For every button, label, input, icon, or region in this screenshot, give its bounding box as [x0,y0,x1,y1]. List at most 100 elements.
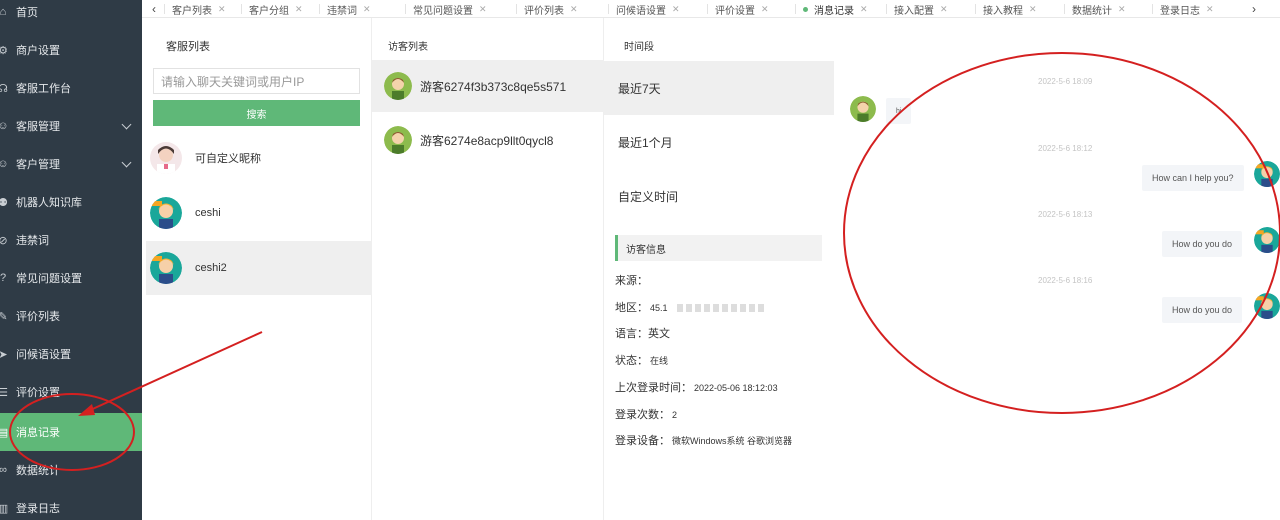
tab-customer-groups[interactable]: 客户分组 ✕ [241,0,303,18]
user-icon: ☺ [0,120,9,132]
close-icon[interactable]: ✕ [295,4,303,15]
tab-divider [241,4,242,14]
question-icon: ? [0,272,7,284]
tab-label: 评价设置 [715,5,755,17]
close-icon[interactable]: ✕ [672,4,680,15]
cs-name: 可自定义昵称 [195,153,261,165]
tab-customer-list[interactable]: 客户列表 ✕ [164,0,226,18]
tab-statistics[interactable]: 数据统计 ✕ [1064,0,1126,18]
sidebar: ⌂ 首页 ⚙ 商户设置 ☊ 客服工作台 ☺ 客服管理 ☺ 客户管理 ⚉ 机器人知… [0,0,142,520]
sidebar-item-home[interactable]: ⌂ 首页 [0,0,142,31]
sidebar-item-robot-kb[interactable]: ⚉ 机器人知识库 [0,183,142,221]
user-icon: ☺ [0,158,9,170]
cs-list-item[interactable]: ceshi [146,186,372,240]
info-value: 在线 [650,356,669,366]
sidebar-item-workbench[interactable]: ☊ 客服工作台 [0,69,142,107]
cs-name: ceshi2 [195,262,227,274]
avatar [1254,293,1280,319]
search-placeholder: 请输入聊天关键词或用户IP [161,74,305,89]
sidebar-item-rating-settings[interactable]: ☰ 评价设置 [0,373,142,411]
period-item-last-month[interactable]: 最近1个月 [604,115,834,169]
close-icon[interactable]: ✕ [570,4,578,15]
tab-greeting-settings[interactable]: 问候语设置 ✕ [608,0,680,18]
app-root: ⌂ 首页 ⚙ 商户设置 ☊ 客服工作台 ☺ 客服管理 ☺ 客户管理 ⚉ 机器人知… [0,0,1280,520]
avatar [1254,227,1280,253]
sidebar-item-merchant-settings[interactable]: ⚙ 商户设置 [0,31,142,69]
avatar [150,142,182,174]
info-label: 语言： [615,328,648,340]
edit-icon: ✎ [0,310,8,323]
tab-banned-words[interactable]: 违禁词 ✕ [319,0,371,18]
sidebar-item-faq-settings[interactable]: ? 常见问题设置 [0,259,142,297]
tab-label: 客户列表 [172,5,212,17]
visitor-list-panel: 访客列表 游客6274f3b373c8qe5s571 游客6274e8acp9l… [372,18,604,520]
info-label: 来源： [615,275,648,287]
tab-label: 客户分组 [249,5,289,17]
tab-login-log[interactable]: 登录日志 ✕ [1152,0,1214,18]
avatar [150,252,182,284]
sidebar-item-statistics[interactable]: ∞ 数据统计 [0,451,142,489]
gear-icon: ⚙ [0,44,8,57]
sidebar-item-label: 数据统计 [16,465,60,477]
tab-divider [405,4,406,14]
sidebar-item-cs-management[interactable]: ☺ 客服管理 [0,107,142,145]
info-label: 上次登录时间： [615,382,692,394]
close-icon[interactable]: ✕ [1029,4,1037,15]
cs-list-item[interactable]: 可自定义昵称 [146,131,372,185]
info-label: 登录设备： [615,435,670,447]
period-item-custom[interactable]: 自定义时间 [604,169,834,223]
cs-list-panel: 客服列表 请输入聊天关键词或用户IP 搜索 可自定义昵称 ceshi ceshi… [142,18,372,520]
visitor-list-item[interactable]: 游客6274e8acp9llt0qycl8 [372,114,604,166]
tab-label: 常见问题设置 [413,5,473,17]
info-row-last-login: 上次登录时间： 2022-05-06 18:12:03 [615,379,778,395]
tab-access-config[interactable]: 接入配置 ✕ [886,0,948,18]
tab-access-tutorial[interactable]: 接入教程 ✕ [975,0,1037,18]
sidebar-item-message-records[interactable]: ▤ 消息记录 [0,413,142,451]
tab-message-records[interactable]: 消息记录 ✕ [795,0,868,18]
chat-panel: 2022-5-6 18:09 hi 2022-5-6 18:12 How can… [834,18,1280,520]
period-item-last-7-days[interactable]: 最近7天 [604,61,834,115]
info-row-language: 语言：英文 [615,325,670,341]
tab-scroll-right-button[interactable]: › [1242,0,1266,18]
tab-divider [164,4,165,14]
tab-faq-settings[interactable]: 常见问题设置 ✕ [405,0,487,18]
close-icon[interactable]: ✕ [363,4,371,15]
close-icon[interactable]: ✕ [479,4,487,15]
chevron-down-icon [121,157,132,168]
chat-timestamp: 2022-5-6 18:13 [1038,210,1093,219]
visitor-list-item[interactable]: 游客6274f3b373c8qe5s571 [372,60,604,112]
sidebar-item-login-log[interactable]: ▥ 登录日志 [0,489,142,520]
chevron-down-icon [121,119,132,130]
tab-rating-settings[interactable]: 评价设置 ✕ [707,0,769,18]
ban-icon: ⊘ [0,234,8,247]
tab-label: 接入配置 [894,5,934,17]
chat-message-right: How can I help you? [1142,165,1244,191]
tab-scroll-left-button[interactable]: ‹ [142,0,166,18]
tab-label: 接入教程 [983,5,1023,17]
sidebar-item-label: 客服管理 [16,121,60,133]
close-icon[interactable]: ✕ [1206,4,1214,15]
avatar [384,126,412,154]
tab-divider [795,4,796,14]
sidebar-item-greeting-settings[interactable]: ➤ 问候语设置 [0,335,142,373]
home-icon: ⌂ [0,6,7,18]
close-icon[interactable]: ✕ [218,4,226,15]
info-label: 地区： [615,302,648,314]
cs-list-item[interactable]: ceshi2 [146,241,372,295]
sidebar-item-label: 评价列表 [16,311,60,323]
sidebar-item-label: 问候语设置 [16,349,71,361]
avatar [850,96,876,122]
close-icon[interactable]: ✕ [761,4,769,15]
close-icon[interactable]: ✕ [940,4,948,15]
search-button[interactable]: 搜索 [153,100,360,126]
search-input[interactable]: 请输入聊天关键词或用户IP [153,68,360,94]
sidebar-item-rating-list[interactable]: ✎ 评价列表 [0,297,142,335]
tab-rating-list[interactable]: 评价列表 ✕ [516,0,578,18]
sidebar-item-customer-management[interactable]: ☺ 客户管理 [0,145,142,183]
sidebar-item-label: 登录日志 [16,503,60,515]
close-icon[interactable]: ✕ [860,4,868,15]
sidebar-item-label: 常见问题设置 [16,273,82,285]
close-icon[interactable]: ✕ [1118,4,1126,15]
sidebar-item-banned-words[interactable]: ⊘ 违禁词 [0,221,142,259]
sidebar-item-label: 客户管理 [16,159,60,171]
